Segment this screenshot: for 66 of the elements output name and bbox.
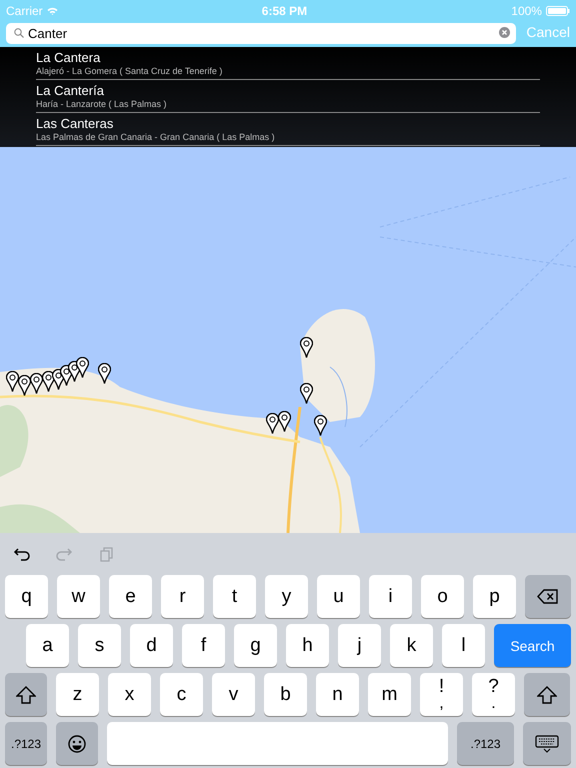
battery-icon [546,6,570,16]
map-pin-icon[interactable] [6,371,19,392]
hide-keyboard-icon [535,734,559,752]
key[interactable]: c [160,673,203,716]
key[interactable]: y [265,575,308,618]
key[interactable]: i [369,575,412,618]
wifi-icon [46,7,58,15]
suggestion-title[interactable]: La Cantería [36,83,540,98]
map-pin-icon[interactable] [98,363,111,384]
emoji-icon [68,734,86,752]
map-pin-icon[interactable] [300,337,313,358]
suggestion-subtitle: Las Palmas de Gran Canaria - Gran Canaria ( Las Palmas ) [36,131,276,143]
key[interactable]: n [316,673,359,716]
shift-key[interactable] [524,673,570,716]
key[interactable]: w [57,575,100,618]
key[interactable]: t [213,575,256,618]
key[interactable]: x [108,673,151,716]
key[interactable]: ! , [420,673,463,716]
shift-icon [16,686,36,704]
key[interactable]: b [264,673,307,716]
key[interactable]: p [473,575,516,618]
emoji-key[interactable] [56,722,98,765]
shift-key[interactable] [5,673,47,716]
numbers-key[interactable]: .?123 [5,722,47,765]
key[interactable]: z [56,673,99,716]
map-pin-icon[interactable] [18,375,31,396]
key[interactable]: j [338,624,381,667]
map-pin-icon[interactable] [76,357,89,378]
key[interactable]: r [161,575,204,618]
key[interactable]: ? . [472,673,515,716]
search-field[interactable]: Canter [6,23,516,44]
key[interactable]: g [234,624,277,667]
numbers-key[interactable]: .?123 [457,722,514,765]
map-pin-icon[interactable] [266,413,279,434]
suggestion-title[interactable]: Las Canteras [36,116,540,131]
carrier-label: Carrier [6,3,43,20]
key[interactable]: e [109,575,152,618]
suggestion-subtitle: Haría - Lanzarote ( Las Palmas ) [36,98,168,110]
shift-icon [537,686,557,704]
backspace-key[interactable] [525,575,571,618]
key[interactable]: k [390,624,433,667]
key[interactable]: d [130,624,173,667]
map-pin-icon[interactable] [30,373,43,394]
key[interactable]: q [5,575,48,618]
key[interactable]: f [182,624,225,667]
key[interactable]: l [442,624,485,667]
key[interactable]: v [212,673,255,716]
search-icon [14,28,24,38]
clock: 6:58 PM [262,3,308,20]
map-pin-icon[interactable] [300,383,313,404]
key[interactable]: s [78,624,121,667]
battery-percent: 100% [511,3,542,20]
suggestion-title[interactable]: La Cantera [36,50,540,65]
key[interactable]: a [26,624,69,667]
key[interactable]: u [317,575,360,618]
clear-icon[interactable] [499,27,510,38]
key[interactable]: o [421,575,464,618]
map-pin-icon[interactable] [314,415,327,436]
key[interactable]: m [368,673,411,716]
undo-icon[interactable] [13,546,31,562]
search-key[interactable]: Search [494,624,571,667]
map-pin-icon[interactable] [278,411,291,432]
key[interactable]: h [286,624,329,667]
backspace-icon [537,589,559,604]
suggestion-subtitle: Alajeró - La Gomera ( Santa Cruz de Tenerife ) [36,65,224,77]
hide-keyboard-key[interactable] [523,722,571,765]
